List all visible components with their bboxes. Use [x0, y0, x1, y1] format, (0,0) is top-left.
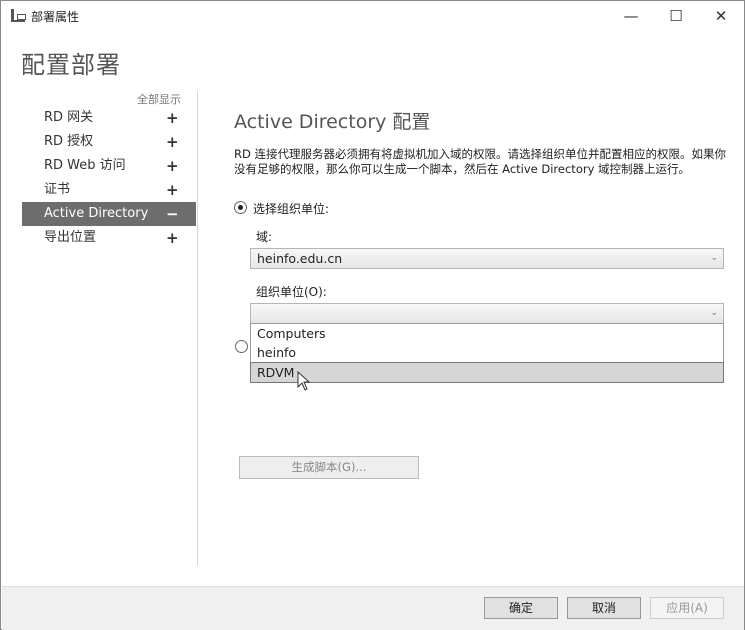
section-heading: Active Directory 配置 — [234, 111, 431, 133]
domain-select[interactable]: heinfo.edu.cn ⌄ — [250, 248, 724, 269]
window-title: 部署属性 — [31, 10, 80, 24]
sidebar-item-export-location[interactable]: 导出位置 + — [22, 226, 196, 250]
sidebar-item-rd-web-access[interactable]: RD Web 访问 + — [22, 154, 196, 178]
sidebar-item-certificates[interactable]: 证书 + — [22, 178, 196, 202]
ou-option-heinfo[interactable]: heinfo — [251, 343, 723, 362]
close-button[interactable]: ✕ — [701, 3, 741, 29]
ou-option-rdvm[interactable]: RDVM — [250, 362, 724, 383]
sidebar-item-rd-licensing[interactable]: RD 授权 + — [22, 130, 196, 154]
apply-button[interactable]: 应用(A) — [650, 597, 724, 619]
maximize-button[interactable]: ☐ — [656, 3, 696, 29]
ou-select[interactable]: ⌄ — [250, 303, 724, 324]
generate-script-button[interactable]: 生成脚本(G)... — [239, 456, 419, 479]
chevron-down-icon: ⌄ — [710, 308, 718, 318]
minimize-button[interactable]: — — [611, 3, 651, 29]
radio-generate-script[interactable] — [235, 340, 248, 353]
sidebar-item-rd-gateway[interactable]: RD 网关 + — [22, 106, 196, 130]
radio-select-ou-label: 选择组织单位: — [253, 202, 330, 216]
collapse-icon: − — [166, 205, 179, 223]
ok-button[interactable]: 确定 — [484, 597, 558, 619]
chevron-down-icon: ⌄ — [710, 253, 718, 263]
expand-icon: + — [166, 133, 179, 151]
sidebar-divider — [197, 91, 198, 566]
expand-icon: + — [166, 229, 179, 247]
ou-dropdown-list: Computers heinfo RDVM — [250, 323, 724, 383]
ou-option-computers[interactable]: Computers — [251, 324, 723, 343]
sidebar-item-label: RD 网关 — [44, 110, 94, 125]
expand-icon: + — [166, 109, 179, 127]
domain-label: 域: — [256, 230, 273, 244]
description-text: RD 连接代理服务器必须拥有将虚拟机加入域的权限。请选择组织单位并配置相应的权限… — [234, 147, 726, 176]
sidebar-item-label: 证书 — [44, 182, 71, 197]
page-title: 配置部署 — [21, 51, 121, 79]
radio-select-ou[interactable] — [234, 201, 247, 214]
expand-icon: + — [166, 181, 179, 199]
sidebar-item-active-directory[interactable]: Active Directory − — [22, 202, 196, 226]
sidebar-item-label: 导出位置 — [44, 230, 97, 245]
expand-icon: + — [166, 157, 179, 175]
show-all-link[interactable]: 全部显示 — [101, 91, 181, 107]
sidebar-item-label: RD 授权 — [44, 134, 94, 149]
domain-value: heinfo.edu.cn — [257, 251, 343, 266]
ou-label: 组织单位(O): — [256, 285, 327, 299]
app-icon — [11, 9, 26, 22]
sidebar-item-label: RD Web 访问 — [44, 158, 126, 173]
mouse-cursor-icon — [297, 371, 311, 391]
sidebar-item-label: Active Directory — [44, 206, 149, 221]
dialog-window: 部署属性 — ☐ ✕ 配置部署 全部显示 RD 网关 + RD 授权 + RD We… — [0, 0, 745, 630]
cancel-button[interactable]: 取消 — [567, 597, 641, 619]
